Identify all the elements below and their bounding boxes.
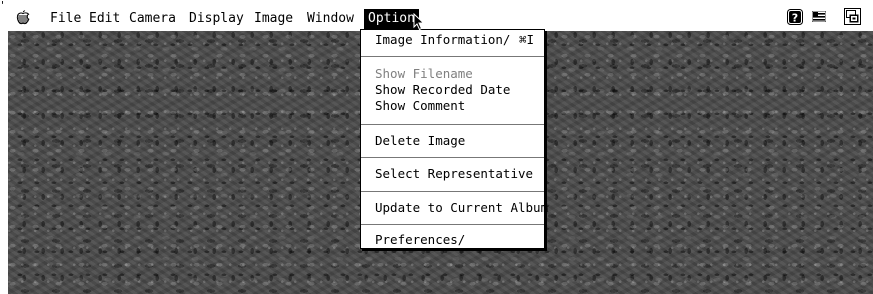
flag-icon[interactable]	[812, 11, 826, 22]
menu-window[interactable]: Window	[303, 9, 358, 29]
menu-item-select-representative[interactable]: Select Representative	[375, 166, 533, 182]
help-icon[interactable]: ?	[787, 9, 803, 25]
menu-item-show-filename: Show Filename	[375, 66, 473, 81]
menu-option[interactable]: Option	[364, 9, 419, 29]
menu-separator	[361, 224, 544, 225]
apple-menu-icon[interactable]	[16, 9, 30, 25]
menu-edit[interactable]: Edit	[85, 9, 124, 29]
menu-item-show-comment[interactable]: Show Comment	[375, 98, 465, 114]
menu-item-preferences[interactable]: Preferences/	[375, 232, 465, 248]
menu-separator	[361, 157, 544, 158]
menu-item-show-recorded-date[interactable]: Show Recorded Date	[375, 82, 510, 98]
menu-display[interactable]: Display	[185, 9, 248, 29]
application-icon[interactable]	[844, 8, 861, 25]
corner-mark: '	[1, 0, 5, 12]
option-dropdown-menu: Image Information/ ⌘I Show Filename Show…	[360, 29, 548, 249]
menu-separator	[361, 56, 544, 57]
image-information-shortcut: ⌘I	[518, 32, 534, 47]
menu-separator	[361, 124, 544, 125]
mouse-pointer-icon	[413, 13, 425, 31]
menu-item-delete-image[interactable]: Delete Image	[375, 133, 465, 149]
menu-item-update-album[interactable]: Update to Current Album	[375, 200, 548, 216]
menu-bar: ' File Edit Camera Display Image Window …	[0, 0, 873, 31]
menu-camera[interactable]: Camera	[125, 9, 180, 29]
menu-item-image-information[interactable]: Image Information/	[375, 32, 510, 48]
menu-separator	[361, 191, 544, 192]
menu-image[interactable]: Image	[250, 9, 297, 29]
svg-text:?: ?	[792, 12, 798, 25]
menu-file[interactable]: File	[46, 9, 85, 29]
